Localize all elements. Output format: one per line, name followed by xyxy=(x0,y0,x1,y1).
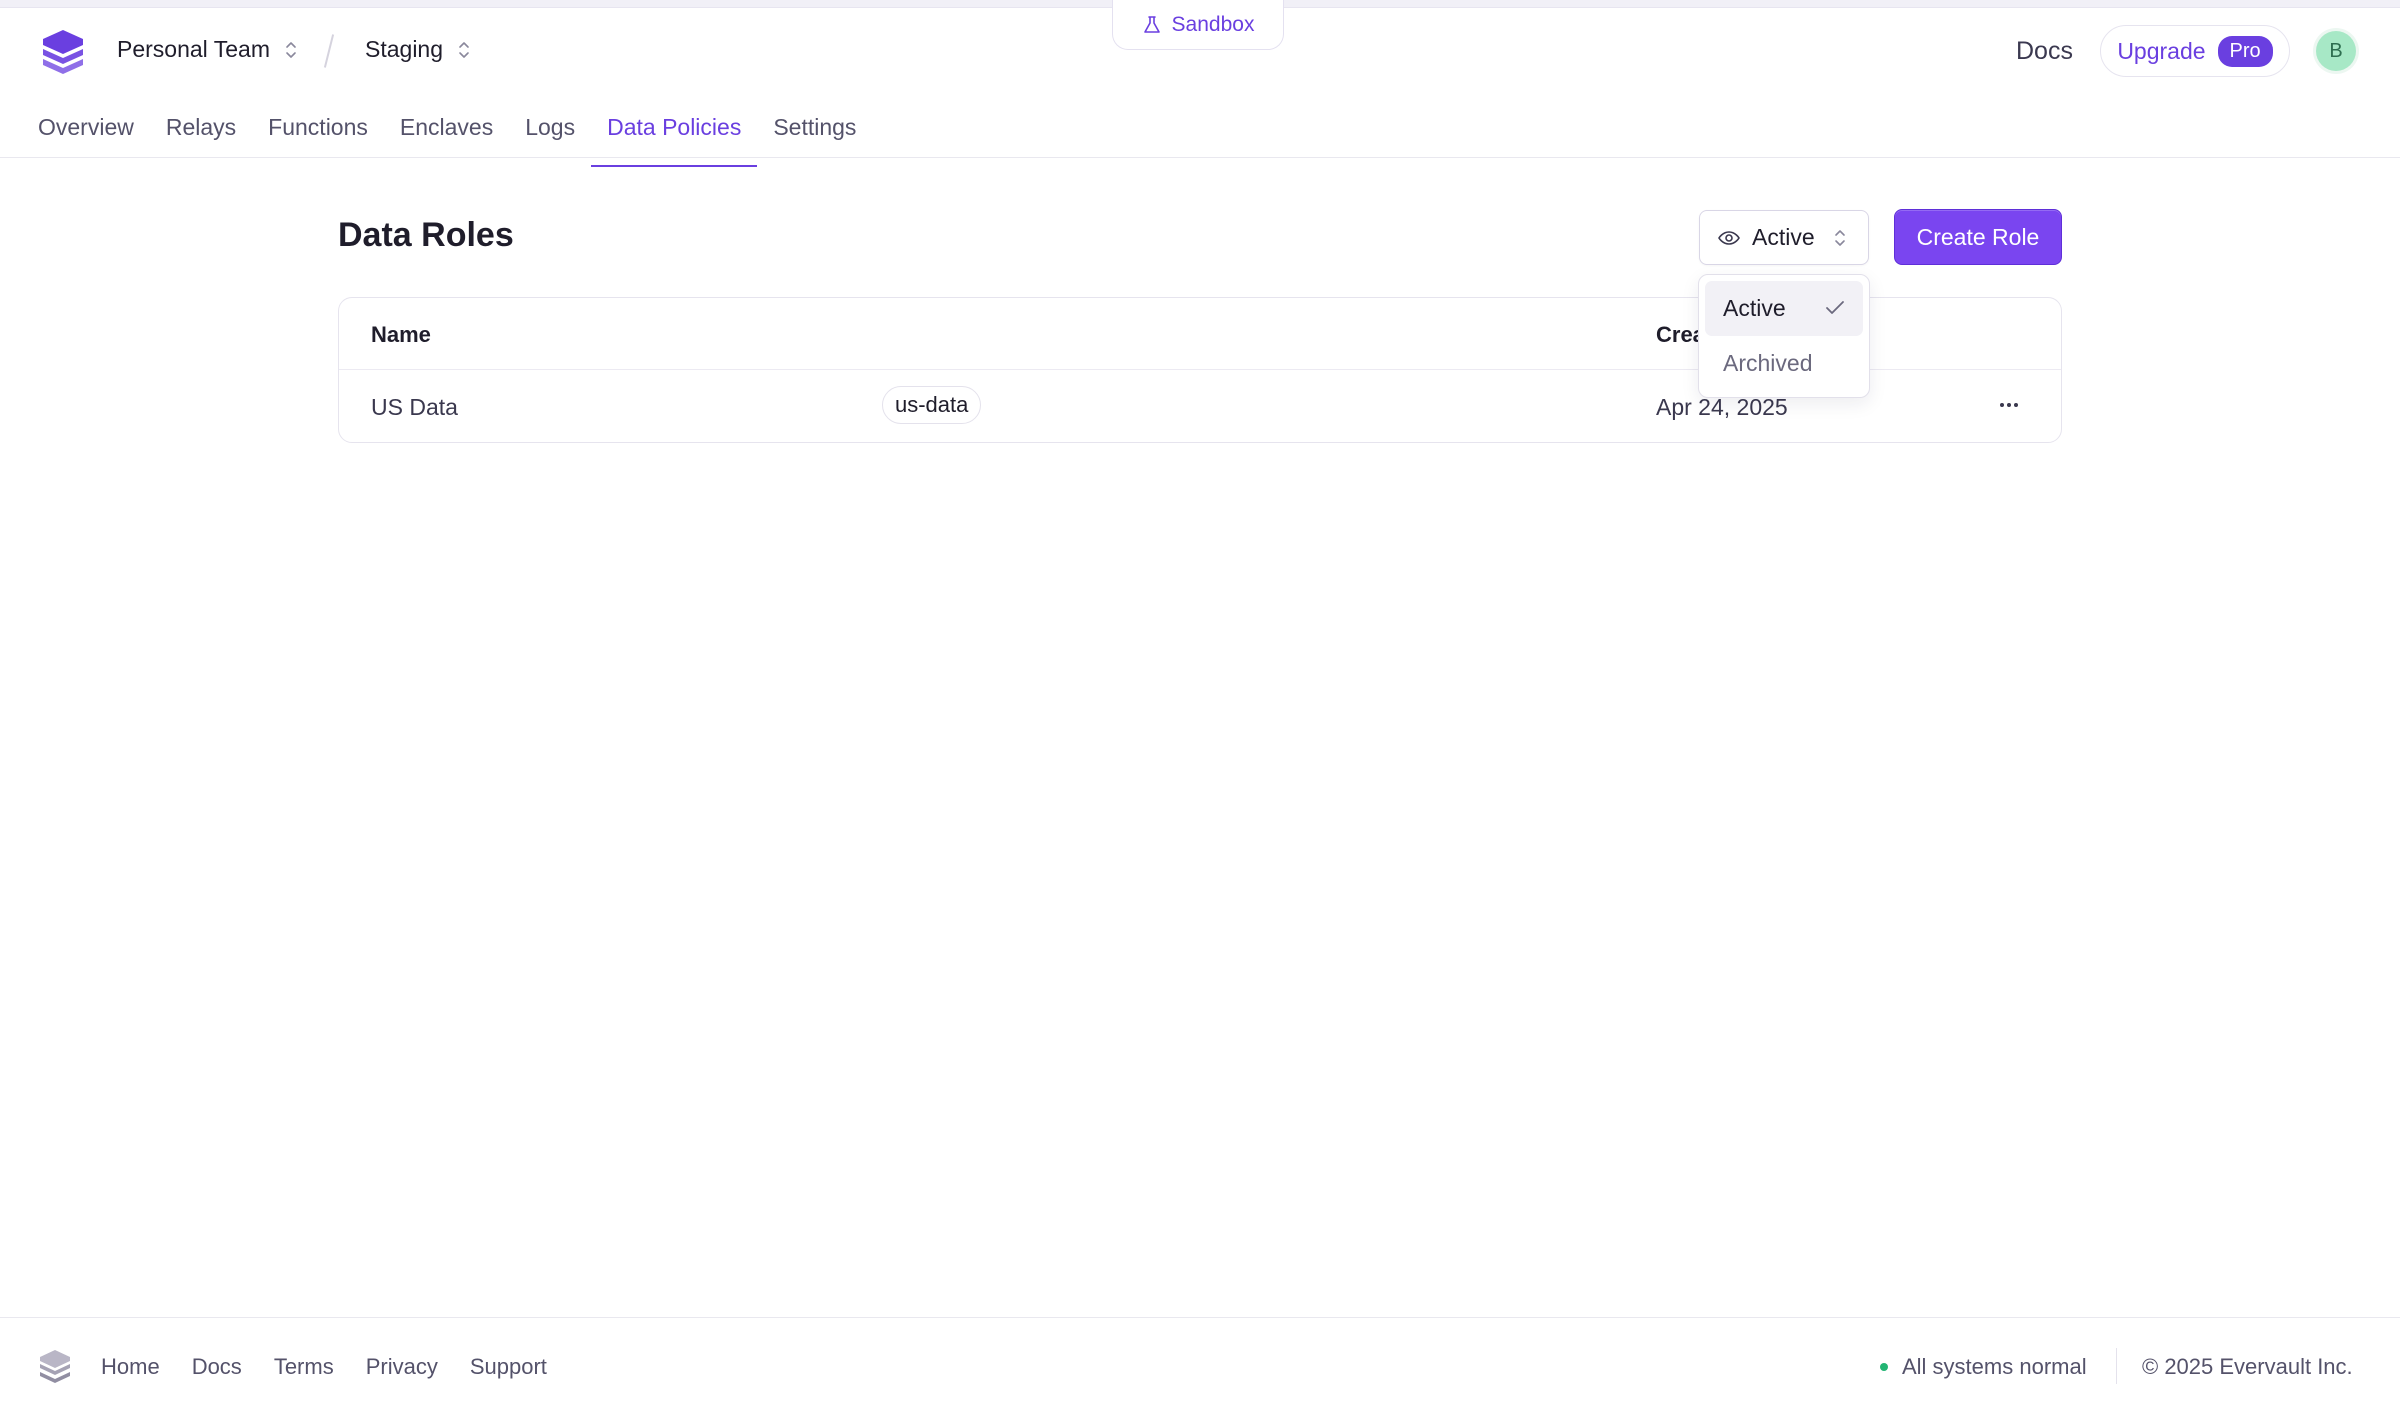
copyright: © 2025 Evervault Inc. xyxy=(2142,1354,2353,1379)
environment-name: Staging xyxy=(365,36,444,62)
menu-option-label: Active xyxy=(1723,295,1786,321)
tab-data-policies[interactable]: Data Policies xyxy=(591,104,758,167)
tab-settings[interactable]: Settings xyxy=(757,104,872,166)
role-name: US Data xyxy=(371,394,458,420)
upgrade-button[interactable]: Upgrade Pro xyxy=(2100,25,2290,77)
footer-link-privacy[interactable]: Privacy xyxy=(366,1354,438,1380)
environment-switcher[interactable]: Staging xyxy=(365,36,471,63)
status-filter-select[interactable]: Active xyxy=(1699,210,1869,265)
role-slug-badge: us-data xyxy=(882,386,982,424)
role-created-date: Apr 24, 2025 xyxy=(1656,394,1788,420)
footer-link-terms[interactable]: Terms xyxy=(274,1354,334,1380)
breadcrumb-separator xyxy=(323,34,335,68)
status-filter-value: Active xyxy=(1752,224,1815,250)
ellipsis-icon-dot xyxy=(2014,403,2018,407)
system-status-text: All systems normal xyxy=(1902,1354,2087,1379)
eye-icon xyxy=(1718,230,1740,245)
tab-functions[interactable]: Functions xyxy=(252,104,384,166)
upgrade-label: Upgrade xyxy=(2117,37,2206,64)
footer-link-docs[interactable]: Docs xyxy=(192,1354,242,1380)
footer-divider xyxy=(2116,1348,2117,1384)
team-name: Personal Team xyxy=(117,36,270,62)
row-actions-button[interactable] xyxy=(1994,390,2024,420)
ellipsis-icon xyxy=(2000,403,2004,407)
chevron-updown-icon xyxy=(286,41,296,58)
top-bar: Personal Team Staging Docs Upgrade Pro B… xyxy=(0,8,2400,167)
evervault-logo-icon[interactable] xyxy=(38,27,88,77)
chevron-updown-icon xyxy=(1834,229,1845,246)
status-dot-icon xyxy=(1880,1363,1888,1371)
tab-relays[interactable]: Relays xyxy=(150,104,252,166)
tab-enclaves[interactable]: Enclaves xyxy=(384,104,509,166)
footer-link-support[interactable]: Support xyxy=(470,1354,547,1380)
create-role-button[interactable]: Create Role xyxy=(1894,209,2062,265)
team-switcher[interactable]: Personal Team xyxy=(117,36,298,63)
chevron-updown-icon xyxy=(459,41,469,58)
pro-badge: Pro xyxy=(2217,35,2273,67)
avatar[interactable]: B xyxy=(2316,31,2356,71)
menu-option-label: Archived xyxy=(1723,350,1813,376)
page-title: Data Roles xyxy=(338,216,514,254)
menu-option-archived[interactable]: Archived xyxy=(1705,336,1863,391)
ellipsis-icon-dot xyxy=(2007,403,2011,407)
system-status[interactable]: All systems normal xyxy=(1880,1354,2087,1380)
check-icon xyxy=(1826,301,1844,314)
menu-option-active[interactable]: Active xyxy=(1705,281,1863,336)
footer: Home Docs Terms Privacy Support All syst… xyxy=(0,1317,2400,1412)
evervault-footer-logo-icon[interactable] xyxy=(38,1348,72,1384)
status-filter-menu: Active Archived xyxy=(1698,274,1870,398)
tab-logs[interactable]: Logs xyxy=(509,104,591,166)
footer-link-home[interactable]: Home xyxy=(101,1354,160,1380)
docs-link[interactable]: Docs xyxy=(2016,37,2073,66)
main-nav: Overview Relays Functions Enclaves Logs … xyxy=(38,104,872,167)
footer-links: Home Docs Terms Privacy Support xyxy=(101,1354,547,1380)
column-header-name[interactable]: Name xyxy=(371,322,431,348)
tab-overview[interactable]: Overview xyxy=(38,104,150,166)
